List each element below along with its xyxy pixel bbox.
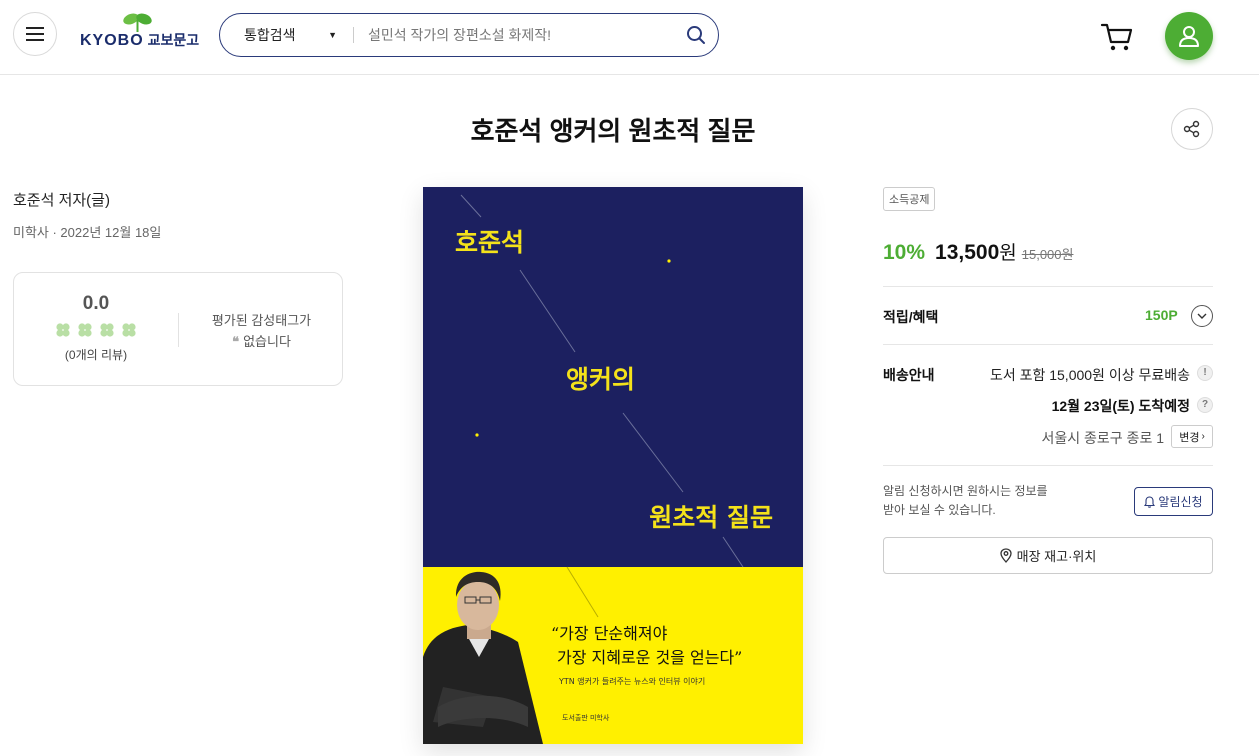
cover-publisher: 도서출판 미학사 bbox=[562, 713, 610, 722]
search-bar: 통합검색 ▼ bbox=[219, 13, 719, 57]
free-shipping-text: 도서 포함 15,000원 이상 무료배송 bbox=[989, 367, 1190, 383]
hamburger-icon bbox=[26, 27, 44, 41]
divider bbox=[883, 286, 1213, 287]
user-icon bbox=[1179, 26, 1199, 47]
location-pin-icon bbox=[999, 548, 1012, 563]
emotion-tag-summary: 평가된 감성태그가 ❝ 없습니다 bbox=[179, 310, 344, 353]
share-button[interactable] bbox=[1171, 108, 1213, 150]
review-summary-box: 0.0 (0개의 리뷰) 평가된 감성태그가 ❝ 없습니다 bbox=[13, 272, 343, 386]
points-expand-button[interactable] bbox=[1191, 305, 1213, 327]
original-price: 15,000원 bbox=[1021, 247, 1074, 262]
alert-info-line1: 알림 신청하시면 원하시는 정보를 bbox=[883, 484, 1048, 498]
divider bbox=[883, 344, 1213, 345]
clover-icon bbox=[122, 323, 136, 337]
arrival-date: 12월 23일(토) 도착예정 bbox=[1051, 398, 1190, 414]
cart-button[interactable] bbox=[1100, 20, 1134, 54]
cover-title-line2: 앵커의 bbox=[566, 365, 635, 394]
search-button[interactable] bbox=[674, 13, 718, 57]
rating-clovers bbox=[55, 323, 137, 337]
logo-text-kr: 교보문고 bbox=[147, 32, 200, 48]
cover-subtitle: YTN 앵커가 들려주는 뉴스와 인터뷰 이야기 bbox=[558, 676, 705, 686]
sprout-icon bbox=[123, 13, 152, 32]
search-input[interactable] bbox=[354, 27, 674, 43]
change-address-label: 변경 bbox=[1179, 431, 1200, 444]
chevron-right-icon: › bbox=[1201, 431, 1205, 442]
delivery-address: 서울시 종로구 종로 1 bbox=[1041, 430, 1165, 446]
chevron-down-icon bbox=[1197, 313, 1207, 319]
search-category-label: 통합검색 bbox=[244, 27, 296, 43]
search-icon bbox=[687, 26, 705, 44]
alert-request-label: 알림신청 bbox=[1158, 495, 1203, 509]
quote-icon: ❝ bbox=[232, 335, 240, 350]
divider bbox=[883, 465, 1213, 466]
book-title: 호준석 앵커의 원초적 질문 bbox=[470, 116, 756, 146]
cover-title-line1: 호준석 bbox=[455, 228, 524, 257]
points-label: 적립/혜택 bbox=[883, 309, 939, 325]
bell-icon bbox=[1144, 495, 1156, 508]
alert-info-line2: 받아 보실 수 있습니다. bbox=[883, 503, 996, 517]
currency-unit: 원 bbox=[999, 243, 1017, 264]
author-link[interactable]: 호준석 저자(글) bbox=[13, 189, 110, 210]
emotion-line2-wrap: ❝ 없습니다 bbox=[179, 331, 344, 353]
top-header: KYOBO 교보문고 통합검색 ▼ bbox=[0, 0, 1259, 75]
user-button[interactable] bbox=[1165, 12, 1213, 60]
store-stock-label: 매장 재고·위치 bbox=[1016, 549, 1097, 564]
book-cover-image: 호준석 앵커의 원초적 질문 “가장 단순해져야 가장 지혜로운 것을 얻는다”… bbox=[423, 187, 803, 744]
info-icon[interactable]: ! bbox=[1197, 365, 1213, 381]
shipping-label: 배송안내 bbox=[883, 367, 935, 383]
cover-title-line3: 원초적 질문 bbox=[649, 503, 773, 532]
alert-request-button[interactable]: 알림신청 bbox=[1134, 487, 1213, 516]
discount-rate: 10% bbox=[883, 241, 926, 264]
cover-quote-line2: 가장 지혜로운 것을 얻는다” bbox=[557, 648, 742, 667]
cover-quote-line1: “가장 단순해져야 bbox=[551, 624, 668, 643]
price-row: 10% 13,500 원 15,000원 bbox=[883, 238, 1073, 265]
search-category-select[interactable]: 통합검색 ▼ bbox=[220, 25, 353, 45]
tax-deduction-tag: 소득공제 bbox=[883, 187, 936, 211]
store-stock-button[interactable]: 매장 재고·위치 bbox=[883, 537, 1213, 574]
emotion-line1: 평가된 감성태그가 bbox=[211, 313, 312, 328]
menu-button[interactable] bbox=[13, 12, 57, 56]
change-address-button[interactable]: 변경 › bbox=[1171, 425, 1213, 448]
clover-icon bbox=[78, 323, 92, 337]
clover-icon bbox=[56, 323, 70, 337]
cart-icon bbox=[1100, 23, 1133, 51]
sale-price: 13,500 bbox=[935, 241, 1000, 264]
clover-icon bbox=[100, 323, 114, 337]
emotion-line2: 없습니다 bbox=[243, 334, 291, 349]
help-icon[interactable]: ? bbox=[1197, 397, 1213, 413]
review-score: 0.0 bbox=[82, 293, 110, 314]
kyobo-logo[interactable]: KYOBO 교보문고 bbox=[80, 13, 202, 50]
caret-down-icon: ▼ bbox=[328, 30, 337, 40]
share-icon bbox=[1183, 120, 1200, 138]
book-cover-art: 호준석 앵커의 원초적 질문 “가장 단순해져야 가장 지혜로운 것을 얻는다”… bbox=[423, 187, 803, 744]
points-value: 150P bbox=[1145, 307, 1178, 323]
logo-text-en: KYOBO bbox=[80, 32, 144, 49]
review-count: (0개의 리뷰) bbox=[64, 348, 128, 362]
logo-text: KYOBO 교보문고 bbox=[80, 30, 199, 50]
publisher-date: 미학사 · 2022년 12월 18일 bbox=[13, 225, 162, 240]
alert-info-text: 알림 신청하시면 원하시는 정보를 받아 보실 수 있습니다. bbox=[883, 482, 1048, 520]
